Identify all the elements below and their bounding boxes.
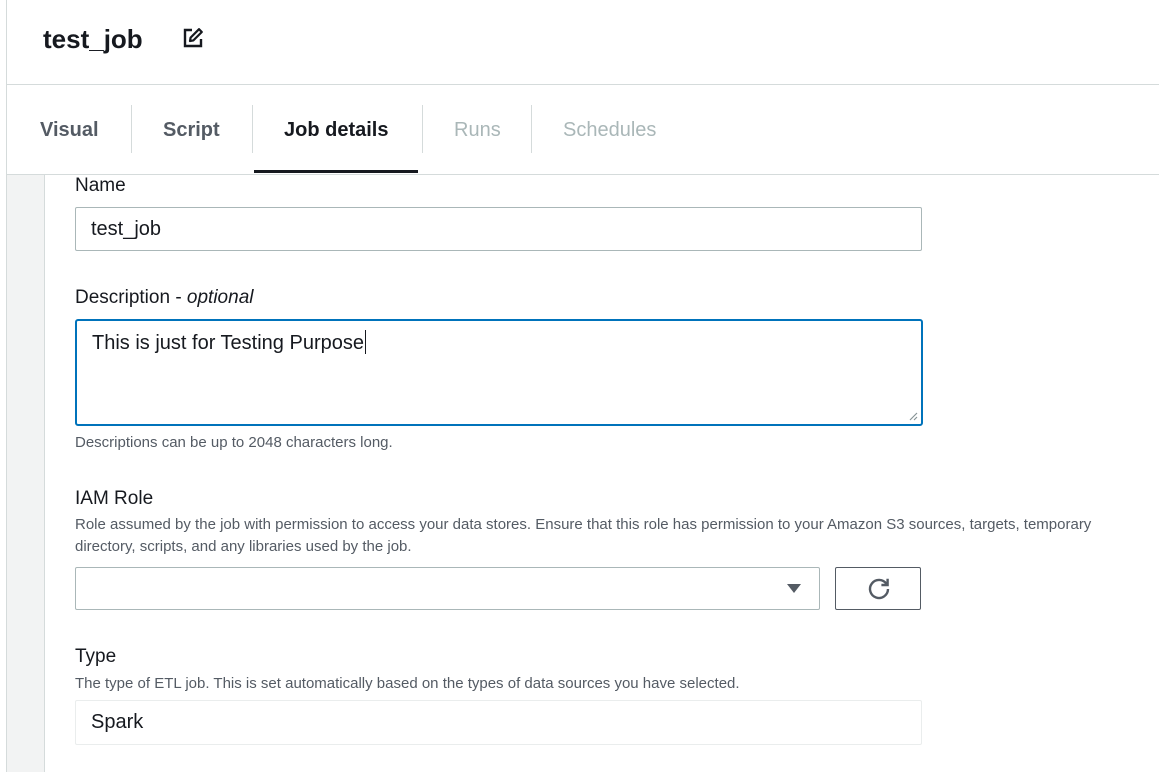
tab-visual[interactable]: Visual: [40, 85, 99, 173]
type-field: Spark: [75, 700, 922, 745]
page-header: test_job: [7, 0, 1159, 85]
iam-role-label: IAM Role: [75, 488, 154, 509]
tab-bar: Visual Script Job details Runs Schedules: [7, 85, 1159, 175]
description-label: Description - optional: [75, 287, 253, 309]
tab-divider: [252, 105, 253, 153]
optional-label: optional: [186, 287, 254, 308]
type-label: Type: [75, 646, 117, 667]
job-title: test_job: [43, 24, 143, 54]
edit-icon[interactable]: [181, 26, 205, 50]
text-cursor: [364, 330, 366, 354]
tab-runs: Runs: [454, 119, 501, 141]
name-label: Name: [75, 175, 126, 196]
description-label-text: Description -: [75, 287, 187, 308]
tab-job-details[interactable]: Job details: [253, 85, 420, 173]
name-input[interactable]: test_job: [75, 207, 922, 251]
type-value: Spark: [91, 711, 144, 733]
iam-role-hint: Role assumed by the job with permission …: [75, 516, 1092, 555]
resize-handle-icon[interactable]: [908, 411, 918, 421]
tab-schedules: Schedules: [563, 119, 657, 141]
description-textarea-value: This is just for Testing Purpose: [92, 332, 364, 354]
iam-role-select[interactable]: [75, 567, 820, 610]
type-hint: The type of ETL job. This is set automat…: [75, 675, 740, 692]
description-hint: Descriptions can be up to 2048 character…: [75, 434, 393, 451]
tab-divider: [131, 105, 132, 153]
refresh-button[interactable]: [835, 567, 921, 610]
description-textarea[interactable]: This is just for Testing Purpose: [75, 319, 923, 426]
refresh-icon: [868, 578, 890, 600]
caret-down-icon: [787, 584, 801, 593]
tab-script[interactable]: Script: [163, 85, 220, 173]
name-input-value: test_job: [91, 218, 162, 240]
tab-divider: [422, 105, 423, 153]
tab-divider: [531, 105, 532, 153]
left-panel-bar: [7, 175, 45, 772]
